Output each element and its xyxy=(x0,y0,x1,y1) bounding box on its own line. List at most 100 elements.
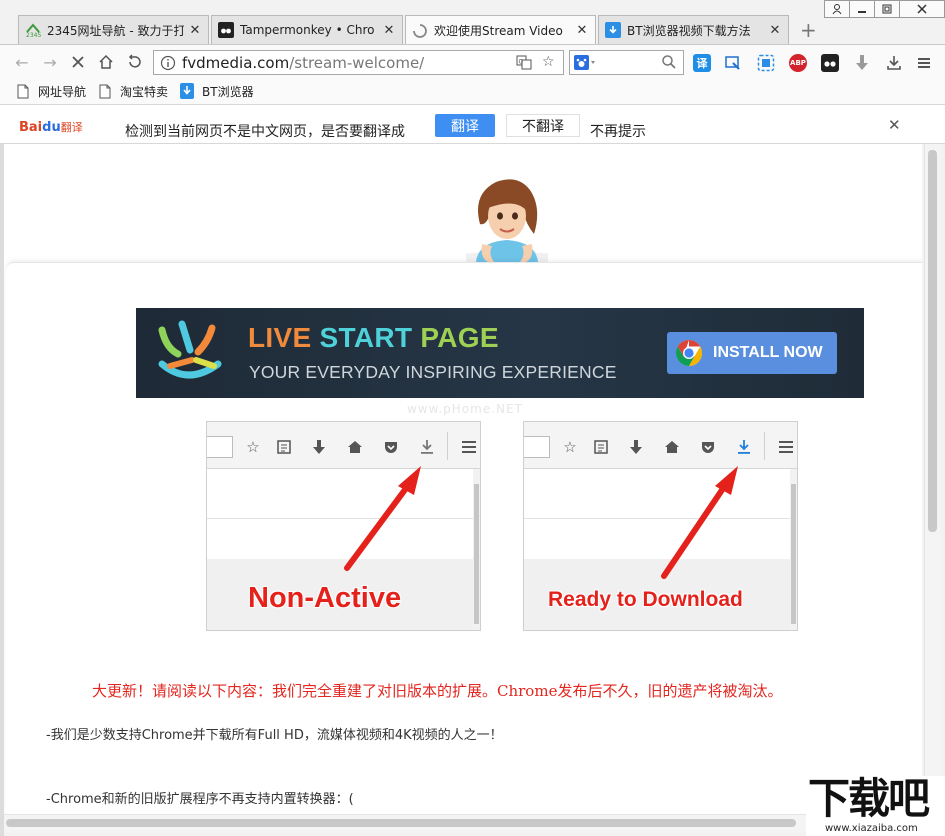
install-now-label: INSTALL NOW xyxy=(713,344,823,361)
home-icon xyxy=(662,438,682,456)
downloads-inactive-icon xyxy=(417,438,437,456)
window-controls xyxy=(824,0,945,20)
non-active-screenshot: ☆ Non-Active xyxy=(206,421,481,631)
restore-icon[interactable] xyxy=(874,0,900,18)
svg-text:G: G xyxy=(519,59,524,66)
loading-icon xyxy=(412,23,428,39)
download-arrow-icon xyxy=(626,438,646,456)
bookmark-item[interactable]: BT浏览器 xyxy=(180,83,254,100)
bookmark-star-icon: ☆ xyxy=(246,438,260,456)
no-translate-button[interactable]: 不翻译 xyxy=(506,114,580,137)
xiazaiba-watermark: 下载吧 www.xiazaiba.com xyxy=(806,776,945,836)
tab-title: BT浏览器视频下载方法 xyxy=(627,23,751,38)
tab-title: Tampermonkey • Chro xyxy=(240,23,375,37)
bookmark-item[interactable]: 网址导航 xyxy=(16,83,86,100)
home-icon[interactable] xyxy=(96,52,116,72)
search-icon[interactable] xyxy=(661,54,677,73)
home-icon xyxy=(345,438,365,456)
menu-icon xyxy=(459,438,479,456)
toolbar: ← → fvdmedia.com/stream-welcome/ G ☆ 译 A… xyxy=(0,44,945,78)
watermark-url: www.xiazaiba.com xyxy=(825,823,918,834)
baidu-paw-icon[interactable] xyxy=(574,55,596,73)
menu-icon[interactable] xyxy=(915,54,933,72)
info-icon[interactable] xyxy=(160,55,176,71)
url-host: fvdmedia.com xyxy=(182,53,290,72)
translate-bar: Baidu翻译 检测到当前网页不是中文网页，是否要翻译成 翻译 不翻译 不再提示… xyxy=(0,104,945,144)
tab-title: 2345网址导航 - 致力于打 xyxy=(47,23,184,38)
user-icon[interactable] xyxy=(824,0,850,18)
banner-subtitle: YOUR EVERYDAY INSPIRING EXPERIENCE xyxy=(249,362,617,382)
bookmark-item[interactable]: 淘宝特卖 xyxy=(98,83,168,100)
download-icon xyxy=(605,22,621,38)
tab-close-icon[interactable]: ✕ xyxy=(575,23,589,38)
forward-icon[interactable]: → xyxy=(40,52,60,72)
capture-ext-icon[interactable] xyxy=(757,54,775,72)
tampermonkey-icon xyxy=(218,22,234,38)
search-field xyxy=(524,436,550,458)
horizontal-scroll-thumb[interactable] xyxy=(6,819,796,827)
page-icon xyxy=(98,83,112,99)
back-icon[interactable]: ← xyxy=(12,52,32,72)
bookmark-label: 淘宝特卖 xyxy=(120,84,169,99)
undo-close-icon[interactable] xyxy=(124,52,144,72)
firefox-toolbar: ☆ xyxy=(524,422,797,469)
tab-close-icon[interactable]: ✕ xyxy=(188,23,202,38)
tab-tampermonkey[interactable]: Tampermonkey • Chro ✕ xyxy=(211,15,403,44)
pocket-icon xyxy=(381,438,401,456)
paragraph: -Chrome和新的旧版扩展程序不再支持内置转换器：( xyxy=(46,792,354,807)
install-now-button[interactable]: INSTALL NOW xyxy=(667,332,837,374)
paragraph: -我们是少数支持Chrome并下载所有Full HD，流媒体视频和4K视频的人之… xyxy=(46,728,503,743)
chrome-icon xyxy=(675,339,703,367)
translate-button[interactable]: 翻译 xyxy=(435,114,495,137)
adblock-plus-icon[interactable]: ABP xyxy=(789,54,807,72)
translate-message: 检测到当前网页不是中文网页，是否要翻译成 xyxy=(125,124,405,140)
pocket-icon xyxy=(698,438,718,456)
tab-close-icon[interactable]: ✕ xyxy=(768,23,782,38)
live-start-page-logo-icon xyxy=(158,320,222,379)
minimize-icon[interactable] xyxy=(849,0,875,18)
bookmark-label: 网址导航 xyxy=(38,84,87,99)
tab-2345[interactable]: 2345 2345网址导航 - 致力于打 ✕ xyxy=(18,15,209,44)
tampermonkey-ext-icon[interactable] xyxy=(821,54,839,72)
search-field xyxy=(207,436,233,458)
watermark-logo-text: 下载吧 xyxy=(808,774,930,823)
tab-stream-welcome[interactable]: 欢迎使用Stream Video ✕ xyxy=(405,15,596,45)
new-tab-button[interactable]: + xyxy=(800,18,817,42)
page-content: LIVE START PAGE YOUR EVERYDAY INSPIRING … xyxy=(4,144,922,832)
non-active-caption: Non-Active xyxy=(248,582,402,614)
download-arrow-icon xyxy=(309,438,329,456)
translate-page-icon[interactable]: G xyxy=(516,54,532,74)
stop-loading-icon[interactable] xyxy=(68,52,88,72)
downloader-ext-icon[interactable] xyxy=(853,54,871,72)
never-prompt-button[interactable]: 不再提示 xyxy=(590,121,646,141)
download-icon xyxy=(180,83,195,99)
live-start-page-banner[interactable]: LIVE START PAGE YOUR EVERYDAY INSPIRING … xyxy=(136,308,864,398)
2345-icon: 2345 xyxy=(25,22,41,38)
update-headline: 大更新！请阅读以下内容：我们完全重建了对旧版本的扩展。Chrome发布后不久，旧… xyxy=(92,682,783,700)
url-path: /stream-welcome/ xyxy=(289,53,425,72)
close-icon[interactable]: ✕ xyxy=(888,116,901,134)
bookmark-label: BT浏览器 xyxy=(202,84,254,99)
title-bar: 2345 2345网址导航 - 致力于打 ✕ Tampermonkey • Ch… xyxy=(0,0,945,45)
baidu-translate-logo: Baidu翻译 xyxy=(19,120,83,135)
translate-ext-icon[interactable]: 译 xyxy=(693,54,711,72)
ready-to-download-caption: Ready to Download xyxy=(548,588,743,611)
downloads-icon[interactable] xyxy=(885,54,903,72)
screenshot-ext-icon[interactable] xyxy=(724,54,742,72)
downloads-active-icon xyxy=(734,438,754,456)
reading-list-icon xyxy=(274,438,294,456)
vertical-scroll-thumb[interactable] xyxy=(928,150,937,532)
firefox-toolbar: ☆ xyxy=(207,422,480,469)
tab-title: 欢迎使用Stream Video xyxy=(434,24,563,38)
svg-text:2345: 2345 xyxy=(26,32,41,38)
tab-close-icon[interactable]: ✕ xyxy=(382,23,396,38)
tab-bt-download[interactable]: BT浏览器视频下载方法 ✕ xyxy=(598,15,789,44)
search-box[interactable] xyxy=(569,50,684,75)
address-bar[interactable]: fvdmedia.com/stream-welcome/ G ☆ xyxy=(153,50,564,75)
bookmark-star-icon[interactable]: ☆ xyxy=(542,54,555,70)
mascot-avatar xyxy=(447,174,567,264)
banner-title: LIVE START PAGE xyxy=(248,322,499,353)
site-watermark: www.pHome.NET xyxy=(407,402,523,416)
close-icon[interactable] xyxy=(899,0,945,18)
ready-to-download-screenshot: ☆ Ready to Download xyxy=(523,421,798,631)
